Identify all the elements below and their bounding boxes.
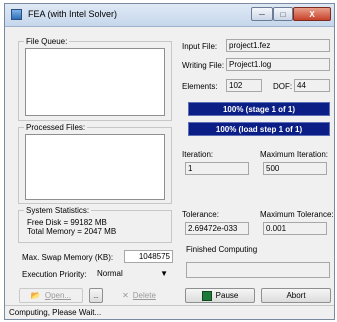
tolerance-value: 2.69472e-033 bbox=[185, 222, 249, 235]
system-statistics-group: System Statistics: Free Disk = 99182 MB … bbox=[18, 205, 172, 243]
system-statistics-label: System Statistics: bbox=[24, 205, 92, 216]
title-bar[interactable]: FEA (with Intel Solver) ─ □ X bbox=[5, 4, 334, 27]
iteration-label: Iteration: bbox=[182, 150, 214, 159]
window-title: FEA (with Intel Solver) bbox=[28, 9, 118, 19]
minimize-button[interactable]: ─ bbox=[251, 7, 273, 21]
processed-files-label: Processed Files: bbox=[24, 122, 88, 133]
delete-button-label: Delete bbox=[132, 291, 156, 300]
status-bar: Computing, Please Wait... bbox=[5, 305, 334, 319]
dof-value: 44 bbox=[294, 79, 330, 92]
writing-file-label: Writing File: bbox=[182, 61, 225, 70]
total-memory-text: Total Memory = 2047 MB bbox=[27, 227, 117, 236]
file-queue-list[interactable] bbox=[25, 48, 165, 116]
execution-priority-label: Execution Priority: bbox=[22, 270, 87, 279]
processed-files-group: Processed Files: bbox=[18, 122, 172, 204]
dof-label: DOF: bbox=[273, 82, 293, 91]
maximize-button[interactable]: □ bbox=[273, 7, 293, 21]
max-swap-label: Max. Swap Memory (KB): bbox=[22, 253, 114, 262]
processed-files-list[interactable] bbox=[25, 134, 165, 200]
file-queue-label: File Queue: bbox=[24, 36, 70, 47]
pause-button-label: Pause bbox=[215, 291, 239, 300]
fea-window: FEA (with Intel Solver) ─ □ X File Queue… bbox=[4, 3, 335, 320]
app-icon bbox=[11, 9, 22, 20]
open-folder-icon: 📂 bbox=[30, 291, 41, 300]
pause-button[interactable]: Pause bbox=[185, 288, 255, 303]
input-file-label: Input File: bbox=[182, 42, 218, 51]
open-button[interactable]: 📂 Open... bbox=[19, 288, 83, 303]
dropdown-arrow-icon: ▼ bbox=[160, 269, 168, 278]
execution-priority-value: Normal bbox=[97, 269, 123, 278]
max-swap-input[interactable]: 1048575 bbox=[124, 250, 173, 263]
browse-small-button[interactable]: .. bbox=[89, 288, 103, 303]
max-iteration-label: Maximum Iteration: bbox=[260, 150, 329, 159]
max-tolerance-value: 0.001 bbox=[263, 222, 327, 235]
close-button[interactable]: X bbox=[293, 7, 331, 21]
pause-icon bbox=[201, 290, 212, 301]
writing-file-value: Project1.log bbox=[226, 58, 330, 71]
abort-button[interactable]: Abort bbox=[261, 288, 331, 303]
tolerance-label: Tolerance: bbox=[182, 210, 219, 219]
stage-progress-bar: 100% (stage 1 of 1) bbox=[188, 102, 330, 116]
execution-priority-select[interactable]: Normal ▼ bbox=[94, 267, 172, 280]
open-button-label: Open... bbox=[44, 291, 72, 300]
input-file-value: project1.fez bbox=[226, 39, 330, 52]
elements-value: 102 bbox=[226, 79, 262, 92]
iteration-value: 1 bbox=[185, 162, 249, 175]
max-tolerance-label: Maximum Tolerance: bbox=[260, 210, 334, 219]
max-iteration-value: 500 bbox=[263, 162, 327, 175]
delete-x-icon: ✕ bbox=[122, 291, 129, 300]
finished-computing-bar bbox=[186, 262, 330, 278]
status-text: Computing, Please Wait... bbox=[9, 308, 102, 317]
load-step-progress-bar: 100% (load step 1 of 1) bbox=[188, 122, 330, 136]
file-queue-group: File Queue: bbox=[18, 36, 172, 121]
delete-button[interactable]: ✕ Delete bbox=[109, 288, 169, 303]
elements-label: Elements: bbox=[182, 82, 218, 91]
load-step-progress-text: 100% (load step 1 of 1) bbox=[215, 124, 303, 134]
stage-progress-text: 100% (stage 1 of 1) bbox=[222, 104, 296, 114]
finished-computing-label: Finished Computing bbox=[186, 245, 258, 254]
